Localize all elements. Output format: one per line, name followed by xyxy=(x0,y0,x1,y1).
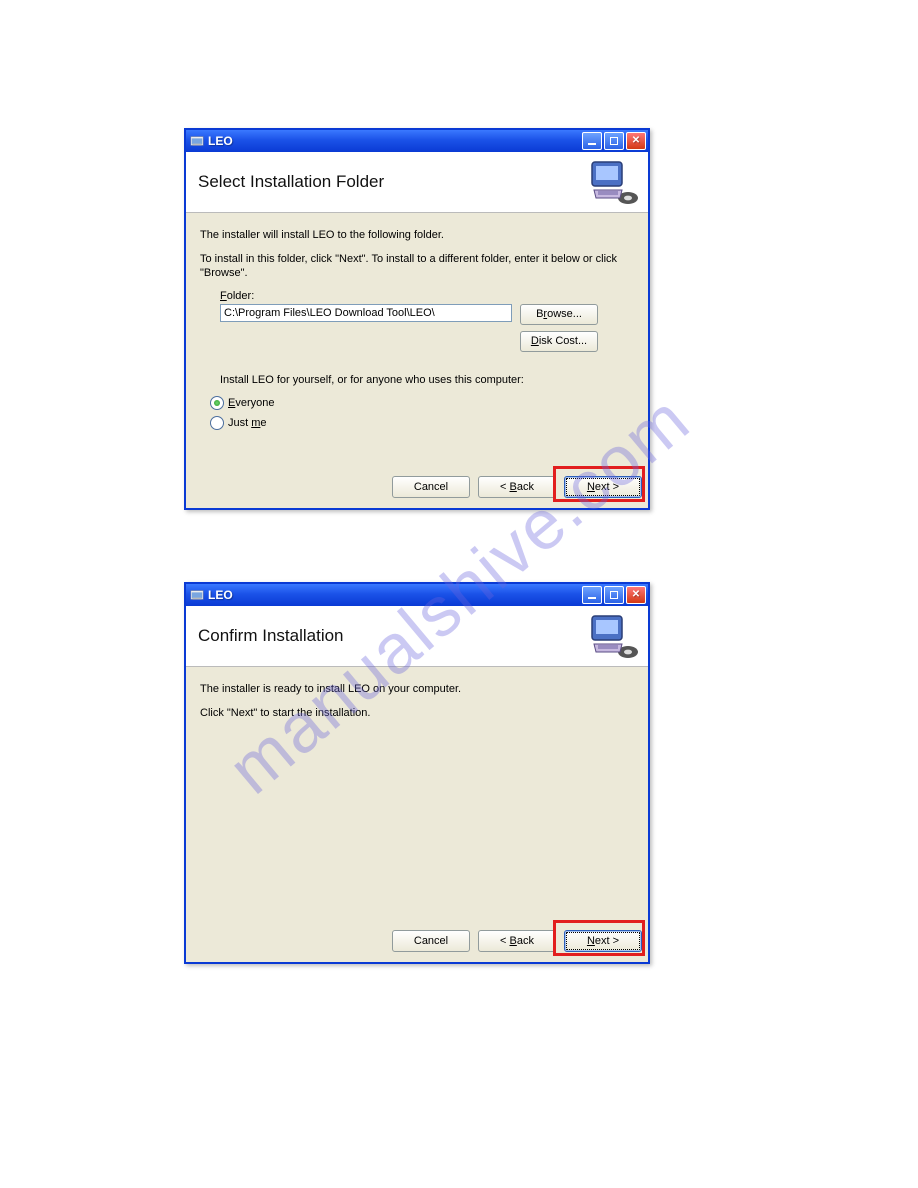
radio-everyone[interactable]: Everyone xyxy=(210,396,634,410)
radio-icon xyxy=(210,396,224,410)
banner-title: Confirm Installation xyxy=(198,626,344,646)
info-line-2: To install in this folder, click "Next".… xyxy=(200,253,634,281)
dialog-body: The installer is ready to install LEO on… xyxy=(186,667,648,721)
window-controls xyxy=(582,132,646,150)
back-button[interactable]: < Back xyxy=(478,930,556,952)
banner: Select Installation Folder xyxy=(186,152,648,213)
next-button[interactable]: Next > xyxy=(564,930,642,952)
minimize-button[interactable] xyxy=(582,586,602,604)
minimize-button[interactable] xyxy=(582,132,602,150)
window-controls xyxy=(582,586,646,604)
titlebar[interactable]: LEO xyxy=(186,584,648,606)
installer-icon xyxy=(190,588,204,602)
folder-label: Folder: xyxy=(220,290,634,302)
install-for-label: Install LEO for yourself, or for anyone … xyxy=(220,374,634,386)
titlebar[interactable]: LEO xyxy=(186,130,648,152)
close-button[interactable] xyxy=(626,586,646,604)
folder-input[interactable] xyxy=(220,304,512,322)
cancel-button[interactable]: Cancel xyxy=(392,476,470,498)
radio-just-me[interactable]: Just me xyxy=(210,416,634,430)
folder-group: Folder: Browse... Disk Cost... xyxy=(220,290,634,352)
window-title: LEO xyxy=(208,588,582,602)
window-title: LEO xyxy=(208,134,582,148)
disk-cost-button[interactable]: Disk Cost... xyxy=(520,331,598,352)
info-line-1: The installer will install LEO to the fo… xyxy=(200,229,634,243)
dialog-body: The installer will install LEO to the fo… xyxy=(186,213,648,430)
cancel-button[interactable]: Cancel xyxy=(392,930,470,952)
maximize-button[interactable] xyxy=(604,132,624,150)
installer-icon xyxy=(190,134,204,148)
radio-group-install-scope: Everyone Just me xyxy=(210,396,634,430)
back-button[interactable]: < Back xyxy=(478,476,556,498)
wizard-button-row: Cancel < Back Next > xyxy=(392,930,642,952)
wizard-button-row: Cancel < Back Next > xyxy=(392,476,642,498)
installer-dialog-select-folder: LEO Select Installation Folder The insta… xyxy=(184,128,650,510)
banner-title: Select Installation Folder xyxy=(198,172,384,192)
maximize-button[interactable] xyxy=(604,586,624,604)
banner: Confirm Installation xyxy=(186,606,648,667)
info-line-1: The installer is ready to install LEO on… xyxy=(200,683,634,697)
browse-button[interactable]: Browse... xyxy=(520,304,598,325)
radio-icon xyxy=(210,416,224,430)
close-button[interactable] xyxy=(626,132,646,150)
next-button[interactable]: Next > xyxy=(564,476,642,498)
computer-cd-icon xyxy=(588,158,640,206)
computer-cd-icon xyxy=(588,612,640,660)
installer-dialog-confirm: LEO Confirm Installation The installer i… xyxy=(184,582,650,964)
info-line-2: Click "Next" to start the installation. xyxy=(200,707,634,721)
